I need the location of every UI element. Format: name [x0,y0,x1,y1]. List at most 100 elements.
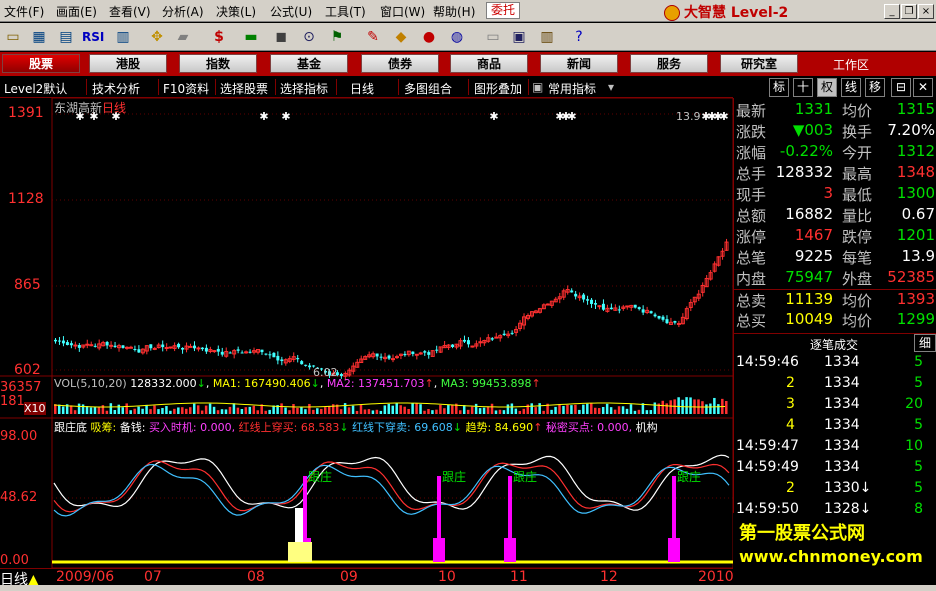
close-icon[interactable]: × [918,4,934,19]
indicator-icon[interactable]: ⚑ [326,27,348,47]
quote-label: 涨幅 [736,144,767,162]
open-folder-icon[interactable]: ▭ [2,27,24,47]
volume-bar [594,407,597,414]
menu-view[interactable]: 查看(V) [109,3,151,20]
volume-bar [212,406,216,414]
nav-hk-stock[interactable]: 港股 [89,54,167,73]
help-icon[interactable]: ? [568,27,590,47]
tab-cross[interactable]: 十 [793,78,813,97]
volume-bar [466,409,470,414]
status-bar [0,585,936,591]
trade-price: 1330↓ [824,480,872,496]
signal-star: ✱ [259,110,268,123]
multi-chart-button[interactable]: 多图组合 [404,80,452,97]
tab-rights[interactable]: 权 [817,78,837,97]
binoculars-icon[interactable]: ⊙ [298,27,320,47]
print-icon[interactable]: ▭ [482,27,504,47]
trade-volume: 20 [905,396,923,412]
menu-tools[interactable]: 工具(T) [325,3,366,20]
indicator-name: 跟庄底 [54,421,87,434]
menu-window[interactable]: 窗口(W) [380,3,425,20]
nav-service[interactable]: 服务 [630,54,708,73]
diamond-icon[interactable]: ◆ [390,27,412,47]
common-indicator-button[interactable]: 常用指标 [548,80,596,97]
quote-label: 总手 [736,165,767,183]
nav-commodity[interactable]: 商品 [450,54,528,73]
max-price-label: 13.9 [676,110,701,123]
nav-stock[interactable]: 股票 [2,54,80,73]
volume-bar [550,409,553,414]
volume-bar [296,407,299,414]
brand-text: 大智慧 Level-2 [684,5,789,21]
volume-bar [649,410,653,414]
volume-bar [157,409,160,414]
overlay-button[interactable]: 图形叠加 [474,80,522,97]
window-icon[interactable]: ▣ [508,27,530,47]
nav-bar: 股票 港股 指数 基金 债券 商品 新闻 服务 研究室 工作区 [0,52,936,76]
tab-mark[interactable]: 标 [769,78,789,97]
nav-fund[interactable]: 基金 [270,54,348,73]
chart-canvas[interactable]: ✱ ✱ ✱ ✱ ✱ ✱ ✱✱✱ ✱✱✱✱ [0,97,734,569]
volume-bar [268,409,271,414]
menu-file[interactable]: 文件(F) [4,3,44,20]
follow-label-2: 跟庄 [442,470,467,484]
ring-icon[interactable]: ◍ [446,27,468,47]
nav-research[interactable]: 研究室 [720,54,798,73]
chart-window-icon[interactable]: ▦ [28,27,50,47]
select-stock-button[interactable]: 选择股票 [220,80,268,97]
menu-help[interactable]: 帮助(H) [433,3,475,20]
menu-decision[interactable]: 决策(L) [216,3,256,20]
ruler-icon[interactable]: ▰ [172,27,194,47]
candle-body [54,339,57,342]
dropdown-icon[interactable]: ▾ [608,80,614,94]
panel-close-icon[interactable]: ✕ [913,78,933,97]
period-select[interactable]: 日线 [350,80,374,97]
nav-index[interactable]: 指数 [179,54,257,73]
tab-line[interactable]: 线 [841,78,861,97]
kline-window-icon[interactable]: ▤ [55,27,77,47]
record-icon[interactable]: ● [418,27,440,47]
tech-analysis-tab[interactable]: 技术分析 [92,80,140,97]
market-icon[interactable]: ▬ [240,27,262,47]
tab-move[interactable]: 移 [865,78,885,97]
quote-value: 1393 [896,290,935,308]
menu-view-screen[interactable]: 画面(E) [56,3,97,20]
menu-analysis[interactable]: 分析(A) [162,3,204,20]
brand-logo: 大智慧 Level-2 [664,2,789,21]
volume-header: VOL(5,10,20) 128332.000↓, MA1: 167490.40… [54,377,541,390]
volume-bar [236,407,240,414]
ind-institution: 机构 [635,421,658,434]
layout-default[interactable]: Level2默认 [4,80,67,97]
tile-icon[interactable]: ◼ [270,27,292,47]
dollar-icon[interactable]: $ [208,27,230,47]
workarea-label[interactable]: 工作区 [833,56,869,73]
volume-bar [272,405,275,414]
grid-icon[interactable]: ▥ [112,27,134,47]
rsi-icon[interactable]: RSI [82,27,104,47]
ind-secret-buy: 秘密买点: 0.000, [545,421,633,434]
detail-tab[interactable]: 细 [914,334,936,352]
nav-news[interactable]: 新闻 [540,54,618,73]
indicator-lines [52,454,733,564]
f10-tab[interactable]: F10资料 [163,80,209,97]
menu-formula[interactable]: 公式(U) [270,3,312,20]
trade-row: 3 1334 20 [734,396,936,417]
candle-body [204,347,208,352]
alert-icon[interactable]: ✎ [362,27,384,47]
books-icon[interactable]: ▥ [536,27,558,47]
candle-body [586,299,590,301]
nav-bond[interactable]: 债券 [361,54,439,73]
stock-title: 东湖高新 [54,101,103,115]
select-indicator-button[interactable]: 选择指标 [280,80,328,97]
lock-icon[interactable]: ▣ [532,80,543,94]
minimize-icon[interactable]: _ [884,4,900,19]
kline-chart-area[interactable]: ✱ ✱ ✱ ✱ ✱ ✱ ✱ ✱ ✱ ✱ ✱ ✱ ✱ 东湖高新 日线 1391 1128 865 602 … [0,97,734,569]
trade-time: 4 [786,417,795,433]
quote-row: 现手 3 最低 1300 [734,184,936,205]
delegate-button[interactable]: 委托 [486,2,520,19]
candle-body [61,340,65,344]
restore-icon[interactable]: ❐ [901,4,917,19]
crosshair-icon[interactable]: ✥ [146,27,168,47]
volume-bar [459,410,462,414]
panel-toggle-icon[interactable]: ⊟ [891,78,911,97]
